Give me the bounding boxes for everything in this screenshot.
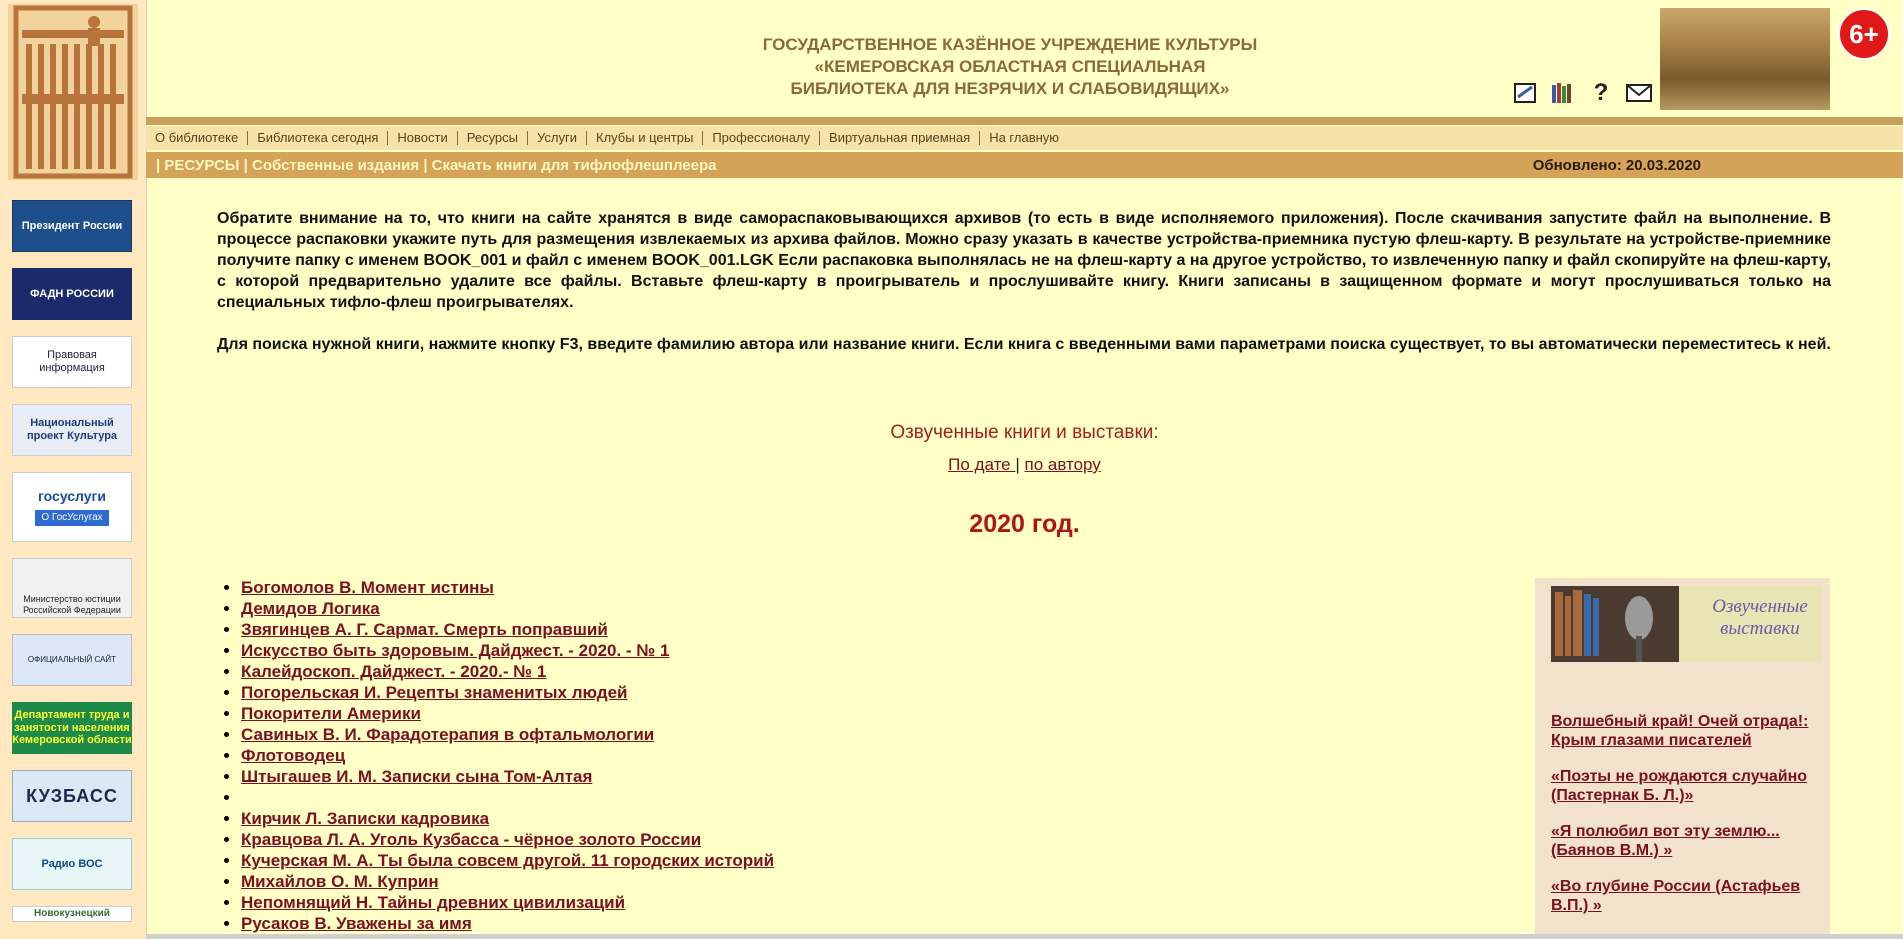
intro-text: Обратите внимание на то, что книги на са… (217, 208, 1831, 376)
main-nav: О библиотеке Библиотека сегодня Новости … (146, 126, 1903, 150)
book-link[interactable]: Непомнящий Н. Тайны древних цивилизаций (241, 893, 625, 912)
exhibition-link[interactable]: Волшебный край! Очей отрада!: Крым глаза… (1551, 712, 1821, 750)
sort-separator: | (1015, 455, 1020, 474)
nav-news[interactable]: Новости (388, 131, 458, 145)
book-link[interactable]: Кравцова Л. А. Уголь Кузбасса - чёрное з… (241, 830, 701, 849)
nav-library-today[interactable]: Библиотека сегодня (248, 131, 389, 145)
library-logo[interactable] (8, 4, 138, 180)
banner-kuzbass[interactable]: КУЗБАСС (12, 770, 132, 822)
book-link[interactable]: Савиных В. И. Фарадотерапия в офтальмоло… (241, 725, 654, 744)
banner-radio-vos[interactable]: Радио ВОС (12, 838, 132, 890)
list-item: Савиных В. И. Фарадотерапия в офтальмоло… (241, 724, 774, 745)
book-link[interactable]: Калейдоскоп. Дайджест. - 2020.- № 1 (241, 662, 546, 681)
partner-banners: Президент России ФАДН РОССИИ Правовая ин… (12, 200, 132, 938)
gosuslugi-logo: госуслуги (38, 488, 106, 505)
sort-links: По дате | по автору (146, 455, 1903, 475)
breadcrumb-bar: | РЕСУРСЫ | Собственные издания | Скачат… (146, 152, 1903, 178)
banner-labor-department[interactable]: Департамент труда и занятости населения … (12, 702, 132, 754)
sitemap-icon[interactable] (1512, 80, 1538, 106)
exhibition-link[interactable]: «Поэты не рождаются случайно (Пастернак … (1551, 767, 1821, 805)
list-item: Флотоводец (241, 745, 774, 766)
list-item: Калейдоскоп. Дайджест. - 2020.- № 1 (241, 661, 774, 682)
list-item: Русаков В. Уважены за имя (241, 913, 774, 934)
book-link[interactable]: Кирчик Л. Записки кадровика (241, 809, 489, 828)
left-sidebar: Президент России ФАДН РОССИИ Правовая ин… (0, 0, 147, 939)
list-item: Непомнящий Н. Тайны древних цивилизаций (241, 892, 774, 913)
book-link[interactable]: Штыгашев И. М. Записки сына Том-Алтая (241, 767, 592, 786)
book-link[interactable]: Погорельская И. Рецепты знаменитых людей (241, 683, 628, 702)
banner-culture-project[interactable]: Национальный проект Культура (12, 404, 132, 456)
nav-virtual-reception[interactable]: Виртуальная приемная (820, 131, 981, 145)
list-item: Штыгашев И. М. Записки сына Том-Алтая (241, 766, 774, 787)
age-rating-badge: 6+ (1838, 8, 1890, 60)
book-link[interactable]: Покорители Америки (241, 704, 421, 723)
updated-date: Обновлено: 20.03.2020 (1532, 156, 1701, 174)
page-header-title: ГОСУДАРСТВЕННОЕ КАЗЁННОЕ УЧРЕЖДЕНИЕ КУЛЬ… (762, 35, 1258, 98)
book-list: Богомолов В. Момент истины Демидов Логик… (217, 577, 774, 934)
nav-resources[interactable]: Ресурсы (458, 131, 529, 145)
exhibitions-banner[interactable]: Озвученные выставки (1551, 586, 1821, 662)
exhibition-link[interactable]: «Во глубине России (Астафьев В.П.) » (1551, 877, 1821, 915)
exhibitions-list: Волшебный край! Очей отрада!: Крым глаза… (1551, 712, 1821, 932)
books-icon[interactable] (1550, 80, 1576, 106)
exhibitions-panel: Озвученные выставки Волшебный край! Очей… (1535, 578, 1830, 939)
breadcrumb[interactable]: | РЕСУРСЫ | Собственные издания | Скачат… (146, 157, 717, 174)
list-item: Звягинцев А. Г. Сармат. Смерть поправший (241, 619, 774, 640)
gosuslugi-video-label: О ГосУслугах (35, 510, 109, 526)
sort-by-author-link[interactable]: по автору (1025, 455, 1101, 474)
voice-heading: Озвученные книги и выставки: (890, 422, 1159, 443)
list-item: Покорители Америки (241, 703, 774, 724)
banner-legal-info[interactable]: Правовая информация (12, 336, 132, 388)
intro-paragraph-1: Обратите внимание на то, что книги на са… (217, 210, 1831, 311)
book-link[interactable]: Михайлов О. М. Куприн (241, 872, 439, 891)
list-item: Искусство быть здоровым. Дайджест. - 202… (241, 640, 774, 661)
list-item: Кравцова Л. А. Уголь Кузбасса - чёрное з… (241, 829, 774, 850)
book-link[interactable]: Демидов Логика (241, 599, 380, 618)
help-icon[interactable]: ? (1588, 79, 1614, 106)
list-item: Кучерская М. А. Ты была совсем другой. 1… (241, 850, 774, 871)
library-building-photo (1660, 8, 1830, 110)
mail-icon[interactable] (1626, 80, 1652, 106)
exhibition-link[interactable]: «Я полюбил вот эту землю... (Баянов В.М.… (1551, 822, 1821, 860)
banner-official-site[interactable]: ОФИЦИАЛЬНЫЙ САЙТ (12, 634, 132, 686)
book-link[interactable]: Флотоводец (241, 746, 345, 765)
horizontal-scrollbar[interactable] (146, 934, 1903, 939)
nav-services[interactable]: Услуги (528, 131, 587, 145)
banner-gosuslugi[interactable]: госуслуги О ГосУслугах (12, 472, 132, 542)
book-link[interactable]: Звягинцев А. Г. Сармат. Смерть поправший (241, 620, 608, 639)
book-link[interactable]: Богомолов В. Момент истины (241, 578, 494, 597)
banner-novokuznetsk[interactable]: Новокузнецкий (12, 906, 132, 922)
header-icons: ? (1512, 79, 1652, 106)
book-link[interactable]: Искусство быть здоровым. Дайджест. - 202… (241, 641, 669, 660)
header-divider (146, 117, 1903, 125)
list-item: Богомолов В. Момент истины (241, 577, 774, 598)
book-link[interactable]: Русаков В. Уважены за имя (241, 914, 472, 933)
banner-president[interactable]: Президент России (12, 200, 132, 252)
nav-about[interactable]: О библиотеке (146, 131, 249, 145)
exhibitions-caption: Озвученные выставки (1712, 596, 1808, 639)
list-item: Демидов Логика (241, 598, 774, 619)
intro-paragraph-2: Для поиска нужной книги, нажмите кнопку … (217, 336, 1831, 353)
list-item: Михайлов О. М. Куприн (241, 871, 774, 892)
year-heading: 2020 год. (969, 510, 1080, 538)
nav-professional[interactable]: Профессионалу (703, 131, 821, 145)
sort-by-date-link[interactable]: По дате (948, 455, 1015, 474)
list-item: Кирчик Л. Записки кадровика (241, 808, 774, 829)
nav-clubs[interactable]: Клубы и центры (587, 131, 704, 145)
banner-ministry-justice[interactable]: Министерство юстиции Российской Федераци… (12, 558, 132, 618)
book-link[interactable]: Кучерская М. А. Ты была совсем другой. 1… (241, 851, 774, 870)
list-item: Погорельская И. Рецепты знаменитых людей (241, 682, 774, 703)
banner-fadn[interactable]: ФАДН РОССИИ (12, 268, 132, 320)
nav-home[interactable]: На главную (980, 131, 1068, 145)
list-item-empty (241, 787, 774, 808)
